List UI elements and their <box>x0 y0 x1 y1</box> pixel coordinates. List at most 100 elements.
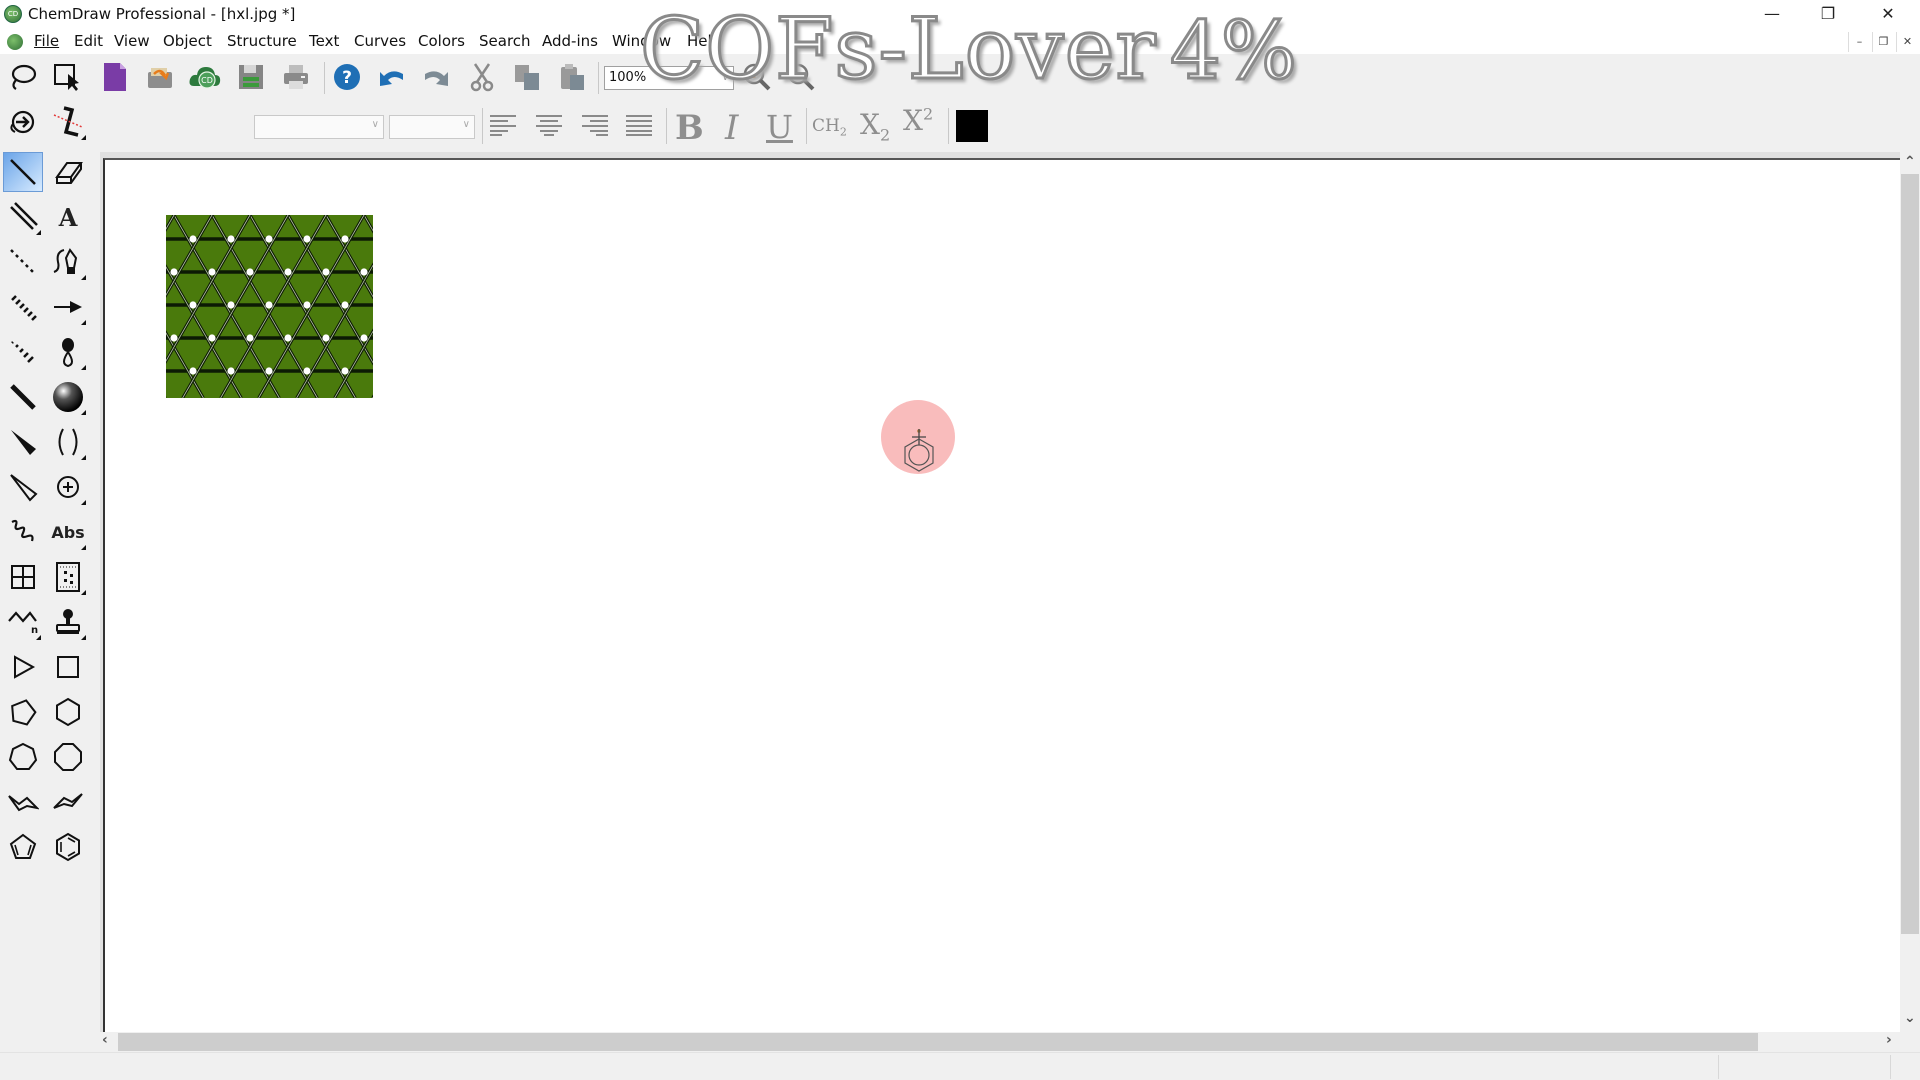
flyout-indicator <box>36 230 41 235</box>
text-color-swatch[interactable] <box>956 110 988 142</box>
arrow-tool[interactable] <box>48 287 88 327</box>
cyclopropane-tool[interactable] <box>3 647 43 687</box>
menu-colors[interactable]: Colors <box>418 32 465 50</box>
redo-icon[interactable] <box>420 60 454 94</box>
lattice-node <box>303 367 311 375</box>
restore-button[interactable]: ❐ <box>1800 0 1856 30</box>
bold-button[interactable]: B <box>675 108 704 148</box>
zoom-in-icon[interactable] <box>740 60 774 94</box>
solid-bond-tool[interactable] <box>3 152 43 192</box>
orbital-tool[interactable] <box>48 332 88 372</box>
menu-view[interactable]: View <box>114 32 150 50</box>
chemical-symbols-tool[interactable] <box>48 467 88 507</box>
lattice-node <box>170 268 178 276</box>
font-size-select[interactable]: ∨ <box>389 115 475 139</box>
wedge-bond-tool[interactable] <box>3 422 43 462</box>
open-icon[interactable] <box>143 60 177 94</box>
eraser-tool[interactable] <box>48 152 88 192</box>
cyclopentane-tool[interactable] <box>3 692 43 732</box>
vertical-scroll-thumb[interactable] <box>1901 174 1919 934</box>
formula-button[interactable]: CH2 <box>812 116 847 138</box>
text-tool[interactable]: A <box>48 197 88 237</box>
menu-edit[interactable]: Edit <box>74 32 103 50</box>
lattice-node <box>322 334 330 342</box>
wavy-bond-tool[interactable] <box>3 512 43 552</box>
lasso-icon[interactable] <box>6 60 40 94</box>
italic-button[interactable]: I <box>725 108 738 148</box>
scroll-left-icon[interactable]: ‹ <box>102 1032 108 1048</box>
toolbar-separator <box>806 108 807 144</box>
template-tool[interactable] <box>48 602 88 642</box>
new-document-icon[interactable] <box>98 60 132 94</box>
vertical-scrollbar[interactable]: ⌃ ⌄ <box>1900 152 1920 1032</box>
flyout-indicator <box>81 455 86 460</box>
align-left-icon[interactable] <box>486 108 520 142</box>
benzene-tool[interactable] <box>48 827 88 867</box>
subscript-button[interactable]: X2 <box>860 108 890 145</box>
dashed-bond-tool[interactable] <box>3 242 43 282</box>
chemdraw-cloud-icon[interactable]: CD <box>188 60 222 94</box>
superscript-button[interactable]: X2 <box>903 104 933 137</box>
font-family-select[interactable]: ∨ <box>254 115 384 139</box>
zoom-out-icon[interactable] <box>784 60 818 94</box>
underline-button[interactable]: U <box>766 108 793 146</box>
horizontal-scrollbar[interactable]: ‹ › <box>100 1032 1900 1052</box>
cyclohexane-chair-2-tool[interactable] <box>48 782 88 822</box>
doc-minimize-button[interactable]: – <box>1848 32 1870 52</box>
save-icon[interactable] <box>234 60 268 94</box>
justify-icon[interactable] <box>622 108 656 142</box>
menu-window[interactable]: Window <box>612 32 671 50</box>
table-tool[interactable] <box>3 557 43 597</box>
pen-tool[interactable] <box>48 242 88 282</box>
menu-object[interactable]: Object <box>163 32 212 50</box>
hollow-wedge-bond-tool[interactable] <box>3 467 43 507</box>
menu-search[interactable]: Search <box>479 32 531 50</box>
cycloheptane-tool[interactable] <box>3 737 43 777</box>
menu-curves[interactable]: Curves <box>354 32 406 50</box>
flyout-indicator <box>81 635 86 640</box>
scroll-up-icon[interactable]: ⌃ <box>1904 154 1916 170</box>
paste-icon[interactable] <box>555 60 589 94</box>
structure-perspective-icon[interactable] <box>2 102 42 142</box>
scroll-down-icon[interactable]: ⌄ <box>1904 1010 1916 1026</box>
align-center-icon[interactable] <box>532 108 566 142</box>
undo-icon[interactable] <box>374 60 408 94</box>
cyclopentadiene-tool[interactable] <box>3 827 43 867</box>
horizontal-scroll-thumb[interactable] <box>118 1033 1758 1051</box>
toolbar-separator <box>948 108 949 144</box>
minimize-button[interactable]: — <box>1744 0 1800 30</box>
brackets-tool[interactable] <box>48 422 88 462</box>
cut-icon[interactable] <box>465 60 499 94</box>
cyclohexane-tool[interactable] <box>48 692 88 732</box>
menu-text[interactable]: Text <box>309 32 339 50</box>
bold-bond-tool[interactable] <box>3 377 43 417</box>
double-bond-tool[interactable] <box>3 197 43 237</box>
doc-restore-button[interactable]: ❐ <box>1872 32 1894 52</box>
cyclobutane-tool[interactable] <box>48 647 88 687</box>
tlc-plate-tool[interactable] <box>48 557 88 597</box>
query-tool[interactable]: Abs <box>48 512 88 552</box>
close-button[interactable]: ✕ <box>1860 0 1916 30</box>
zoom-level-select[interactable]: 100% ∨ <box>604 66 734 90</box>
help-icon[interactable]: ? <box>330 60 364 94</box>
scroll-right-icon[interactable]: › <box>1886 1032 1892 1048</box>
drawing-elements-tool[interactable] <box>48 377 88 417</box>
print-icon[interactable] <box>279 60 313 94</box>
cyclohexane-chair-1-tool[interactable] <box>3 782 43 822</box>
clean-up-structure-icon[interactable] <box>48 102 88 142</box>
hashed-wedge-bond-tool[interactable] <box>3 332 43 372</box>
menu-add-ins[interactable]: Add-ins <box>542 32 598 50</box>
acyclic-chain-tool[interactable]: n <box>3 602 43 642</box>
lattice-image[interactable] <box>166 215 373 398</box>
align-right-icon[interactable] <box>578 108 612 142</box>
menu-help[interactable]: Help <box>687 32 721 50</box>
doc-close-button[interactable]: ✕ <box>1896 32 1918 52</box>
text-tool-icon: A <box>58 202 78 232</box>
copy-icon[interactable] <box>510 60 544 94</box>
menu-file[interactable]: File <box>34 32 59 50</box>
document-icon[interactable] <box>7 34 23 50</box>
marquee-select-icon[interactable] <box>50 60 84 94</box>
menu-structure[interactable]: Structure <box>227 32 297 50</box>
cyclooctane-tool[interactable] <box>48 737 88 777</box>
hashed-bond-tool[interactable] <box>3 287 43 327</box>
